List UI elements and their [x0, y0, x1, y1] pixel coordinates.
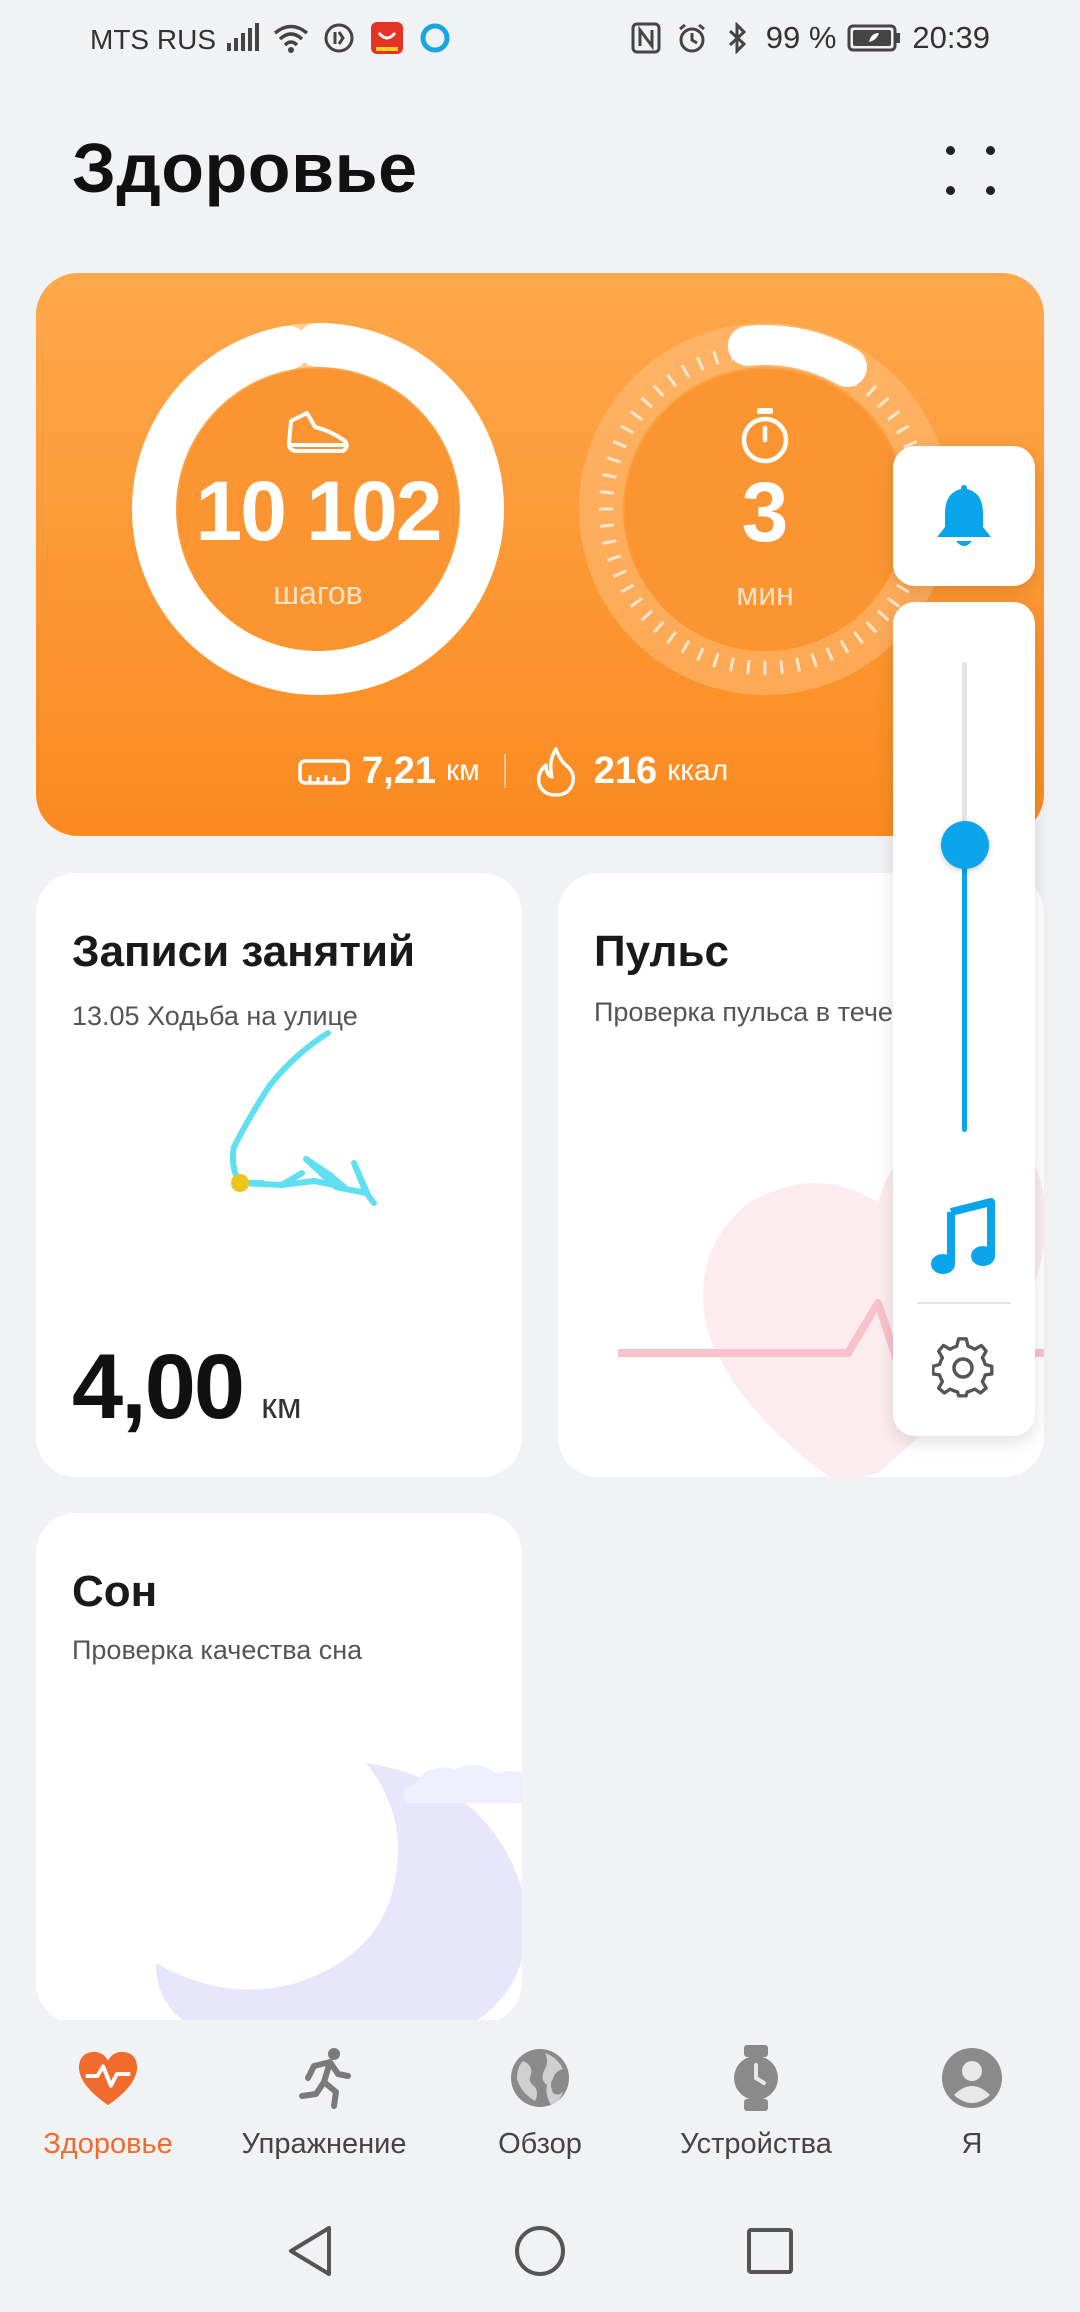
- nav-label: Я: [961, 2128, 983, 2160]
- nav-label: Здоровье: [43, 2128, 173, 2160]
- steps-unit: шагов: [273, 574, 363, 611]
- status-left-icons: [225, 20, 453, 56]
- minutes-value: 3: [741, 464, 789, 559]
- moon-illustration: [156, 1763, 522, 2023]
- steps-value: 10 102: [195, 463, 443, 558]
- nav-label: Устройства: [680, 2128, 832, 2160]
- settings-gear-icon[interactable]: [932, 1337, 996, 1401]
- distance-unit: км: [445, 754, 480, 787]
- profile-avatar-icon: [940, 2046, 1004, 2110]
- sleep-title: Сон: [72, 1567, 158, 1616]
- bluetooth-icon: [720, 20, 756, 56]
- wifi-icon: [273, 20, 309, 56]
- workout-records-card[interactable]: Записи занятий 13.05 Ходьба на улице 4,0…: [36, 873, 522, 1477]
- shoe-icon: [287, 410, 349, 453]
- assistant-app-icon: [417, 20, 453, 56]
- more-options-button[interactable]: [930, 130, 1010, 210]
- volume-divider: [917, 1302, 1011, 1304]
- bell-icon: [937, 485, 991, 546]
- data-saver-icon: [321, 20, 357, 56]
- alarm-icon: [674, 20, 710, 56]
- volume-fill: [962, 845, 967, 1132]
- minutes-unit: мин: [736, 575, 794, 612]
- sleep-card[interactable]: Сон Проверка качества сна: [36, 1513, 522, 2023]
- calories-unit: ккал: [667, 754, 729, 787]
- nfc-icon: [628, 20, 664, 56]
- status-bar: MTS RUS 99 % 20:39: [0, 0, 1080, 80]
- nav-item-health[interactable]: Здоровье: [0, 2020, 216, 2190]
- dot-icon: [985, 145, 995, 155]
- aliexpress-app-icon: [369, 20, 405, 56]
- ringer-mode-button[interactable]: [893, 446, 1035, 586]
- activity-stats: 7,21 км 216 ккал: [298, 745, 728, 797]
- records-distance-value: 4,00: [72, 1336, 245, 1438]
- globe-icon: [508, 2046, 572, 2110]
- status-right: 99 % 20:39: [628, 20, 990, 56]
- ruler-icon: [298, 759, 350, 785]
- smartwatch-icon: [724, 2045, 788, 2111]
- nav-item-overview[interactable]: Обзор: [432, 2020, 648, 2190]
- heart-pulse-icon: [76, 2046, 140, 2110]
- dot-icon: [945, 185, 955, 195]
- volume-track: [962, 662, 967, 1132]
- nav-item-devices[interactable]: Устройства: [648, 2020, 864, 2190]
- recents-button[interactable]: [740, 2221, 800, 2281]
- records-distance: 4,00 км: [72, 1335, 302, 1440]
- nav-label: Обзор: [498, 2128, 582, 2160]
- distance-value: 7,21: [362, 749, 436, 792]
- route-map: [229, 1030, 377, 1206]
- signal-icon: [225, 20, 261, 56]
- page-title: Здоровье: [72, 129, 418, 207]
- back-triangle-icon: [289, 2226, 331, 2276]
- calories-value: 216: [593, 749, 658, 792]
- home-circle-icon: [515, 2226, 565, 2276]
- pulse-title: Пульс: [594, 927, 729, 976]
- dot-icon: [945, 145, 955, 155]
- carrier-label: MTS RUS: [90, 24, 216, 55]
- recents-square-icon: [747, 2228, 793, 2274]
- flame-icon: [536, 747, 575, 797]
- system-navigation-bar: [0, 2190, 1080, 2312]
- stopwatch-icon: [741, 407, 789, 463]
- nav-label: Упражнение: [241, 2128, 407, 2160]
- steps-summary: 10 102 шагов: [132, 323, 504, 695]
- battery-icon: [846, 20, 902, 56]
- stats-divider: [503, 754, 506, 788]
- clock: 20:39: [912, 20, 990, 55]
- dot-icon: [985, 185, 995, 195]
- records-title: Записи занятий: [72, 927, 416, 976]
- bottom-navigation: Здоровье Упражнение Обзор Устройства Я: [0, 2020, 1080, 2190]
- running-person-icon: [292, 2046, 356, 2110]
- music-note-icon[interactable]: [929, 1198, 999, 1278]
- volume-slider-thumb[interactable]: [941, 821, 989, 870]
- battery-percent: 99 %: [765, 20, 837, 55]
- back-button[interactable]: [280, 2221, 340, 2281]
- nav-item-exercise[interactable]: Упражнение: [216, 2020, 432, 2190]
- volume-panel: [893, 602, 1035, 1436]
- home-button[interactable]: [510, 2221, 570, 2281]
- sleep-subtitle: Проверка качества сна: [72, 1635, 363, 1665]
- records-distance-unit: км: [261, 1385, 302, 1426]
- nav-item-me[interactable]: Я: [864, 2020, 1080, 2190]
